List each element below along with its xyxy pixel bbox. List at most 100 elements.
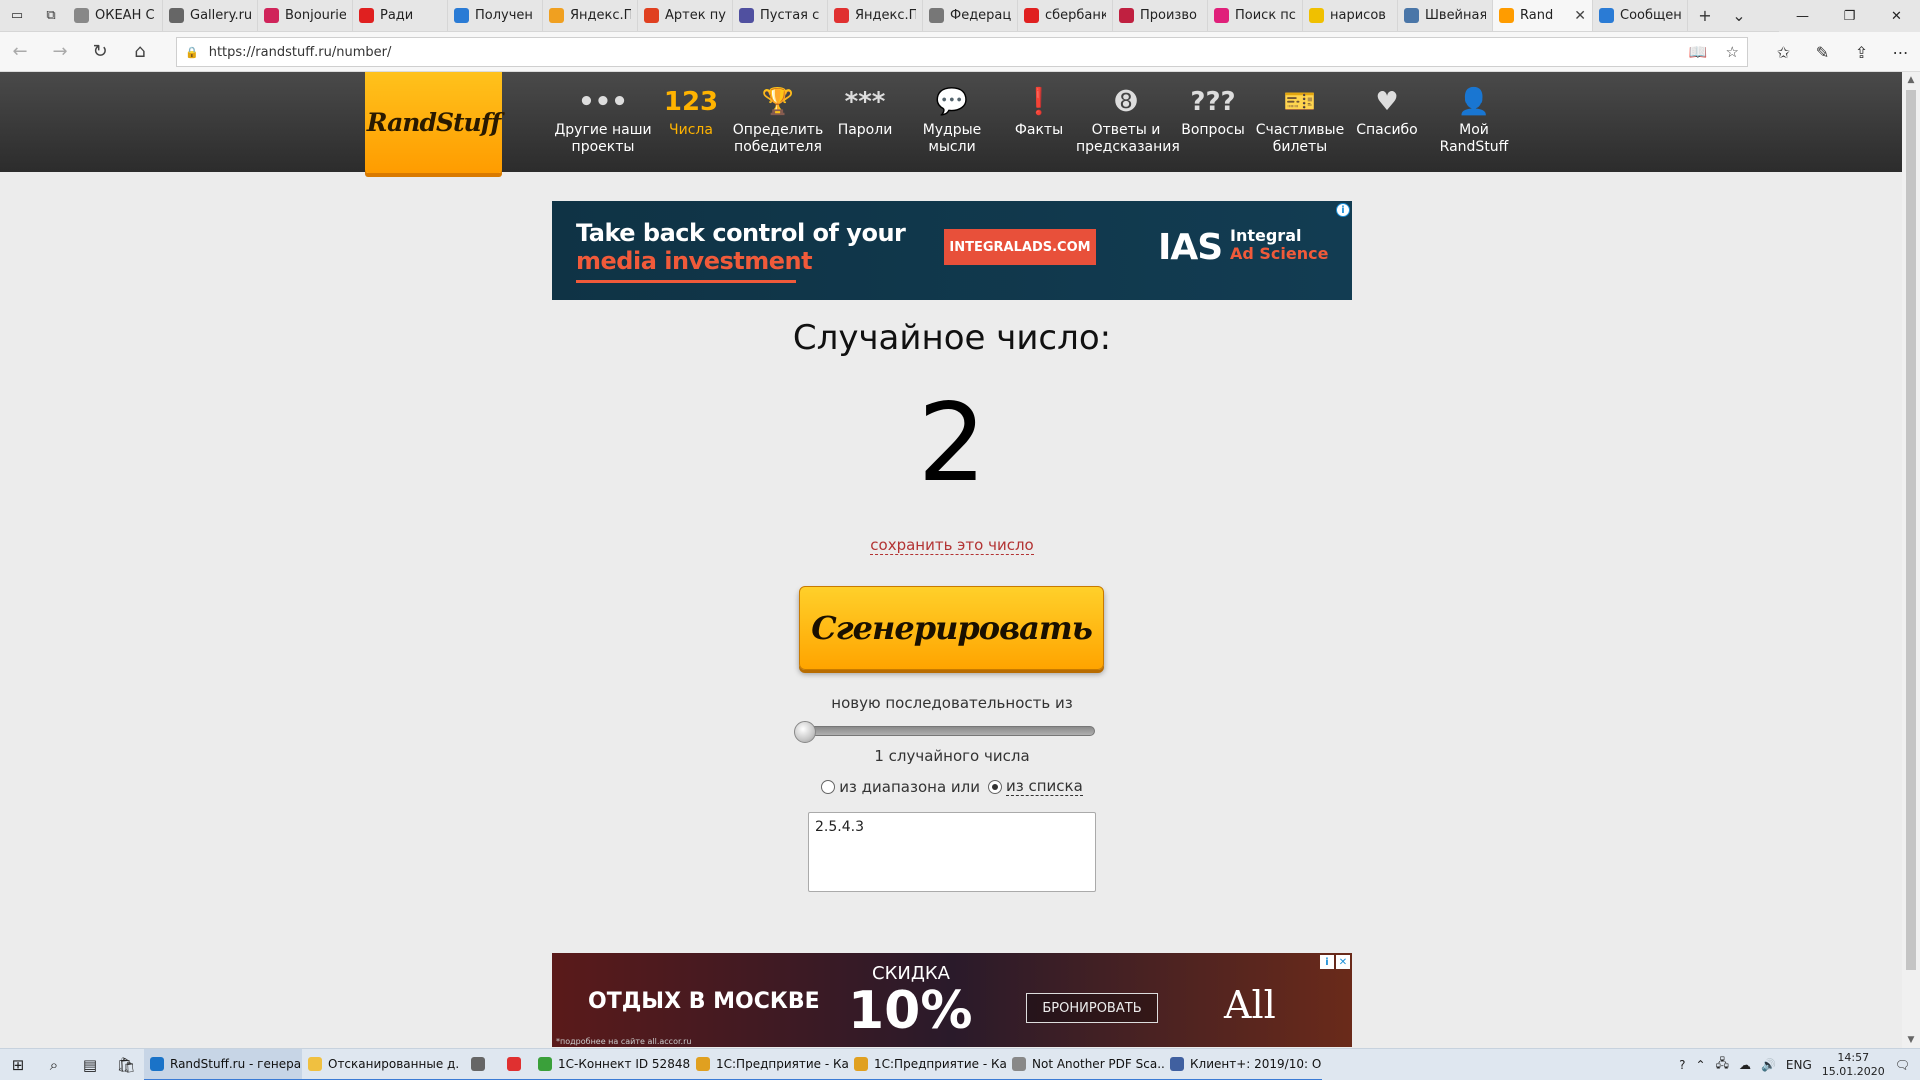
volume-icon[interactable]: 🔊 bbox=[1761, 1058, 1776, 1072]
heart-icon: ♥ bbox=[1375, 86, 1399, 117]
browser-tab[interactable]: сбербанк bbox=[1018, 0, 1113, 31]
ad-close-icon[interactable]: ✕ bbox=[1336, 955, 1350, 969]
tab-aside-icon[interactable]: ⧉ bbox=[34, 0, 68, 31]
number-list-input[interactable]: 2.5.4.3 bbox=[808, 812, 1096, 892]
nav-item-password[interactable]: *** Пароли bbox=[815, 84, 915, 139]
nav-item-heart[interactable]: ♥ Спасибо bbox=[1337, 84, 1437, 139]
nav-label: Пароли bbox=[837, 122, 893, 138]
browser-tab[interactable]: Пустая с bbox=[733, 0, 828, 31]
help-icon[interactable]: ? bbox=[1679, 1058, 1685, 1072]
task-view-icon[interactable]: ▤ bbox=[72, 1049, 108, 1080]
more-menu-icon[interactable]: ⋯ bbox=[1881, 32, 1920, 72]
notes-pen-icon[interactable]: ✎ bbox=[1803, 32, 1842, 72]
app-icon bbox=[696, 1056, 710, 1071]
nav-item-numbers[interactable]: 123 Числа bbox=[641, 84, 741, 139]
ad-bottom-cta-button[interactable]: БРОНИРОВАТЬ bbox=[1026, 993, 1158, 1023]
generate-button[interactable]: Сгенерировать bbox=[799, 586, 1104, 670]
home-icon[interactable]: ⌂ bbox=[120, 32, 160, 72]
ad-info-icon[interactable]: i bbox=[1336, 203, 1350, 217]
browser-tab[interactable]: Ради bbox=[353, 0, 448, 31]
address-url[interactable]: https://randstuff.ru/number/ bbox=[209, 45, 392, 60]
save-number-link[interactable]: сохранить это число bbox=[870, 536, 1034, 555]
notifications-icon[interactable]: 🗨 bbox=[1895, 1058, 1910, 1072]
refresh-icon[interactable]: ↻ bbox=[80, 32, 120, 72]
taskbar-app[interactable]: 1С:Предприятие - Ка... bbox=[690, 1049, 848, 1080]
browser-tab[interactable]: Rand ✕ bbox=[1493, 0, 1593, 31]
nav-label: Счастливые bbox=[1255, 122, 1345, 138]
browser-tab[interactable]: Сообщен bbox=[1593, 0, 1688, 31]
user-icon bbox=[739, 8, 754, 23]
browser-tab[interactable]: Федерац bbox=[923, 0, 1018, 31]
nav-item-ticket[interactable]: 🎫 Счастливые билеты bbox=[1250, 84, 1350, 156]
browser-tab[interactable]: Bonjourie bbox=[258, 0, 353, 31]
share-icon[interactable]: ⇪ bbox=[1842, 32, 1881, 72]
scroll-down-icon[interactable]: ▼ bbox=[1902, 1032, 1920, 1048]
nav-item-fact[interactable]: ❗ Факты bbox=[989, 84, 1089, 139]
network-icon[interactable]: 🖧 bbox=[1716, 1054, 1729, 1075]
taskbar-app[interactable]: Отсканированные д... bbox=[302, 1049, 460, 1080]
taskbar-app[interactable]: 1С-Коннект ID 52848... bbox=[532, 1049, 690, 1080]
taskbar-app[interactable]: Клиент+: 2019/10: Ок... bbox=[1164, 1049, 1322, 1080]
taskbar-app[interactable] bbox=[496, 1049, 532, 1080]
minimize-icon[interactable]: — bbox=[1779, 0, 1826, 32]
forward-arrow-icon[interactable]: → bbox=[40, 32, 80, 72]
ad-banner-bottom[interactable]: ОТДЫХ В МОСКВЕ СКИДКА 10% БРОНИРОВАТЬ Al… bbox=[552, 953, 1352, 1047]
nav-item-quote[interactable]: 💬 Мудрые мысли bbox=[902, 84, 1002, 156]
tab-title: Gallery.ru bbox=[190, 8, 251, 23]
scrollbar-thumb[interactable] bbox=[1906, 90, 1916, 970]
tab-preview-chevron-icon[interactable]: ⌄ bbox=[1722, 0, 1756, 31]
new-tab-button[interactable]: + bbox=[1688, 0, 1722, 31]
browser-tab[interactable]: Получен bbox=[448, 0, 543, 31]
vk-icon bbox=[1404, 8, 1419, 23]
count-slider[interactable] bbox=[794, 721, 1095, 743]
ad-banner-top[interactable]: Take back control of your media investme… bbox=[552, 201, 1352, 300]
page-scrollbar[interactable]: ▲ ▼ bbox=[1902, 72, 1920, 1048]
ad-info-icon[interactable]: i bbox=[1320, 955, 1334, 969]
cloud-icon[interactable]: ☁ bbox=[1739, 1058, 1751, 1072]
restore-icon[interactable]: ❐ bbox=[1826, 0, 1873, 32]
doc-icon bbox=[1119, 8, 1134, 23]
tab-title: Получен bbox=[475, 8, 533, 23]
browser-tab[interactable]: Швейная bbox=[1398, 0, 1493, 31]
browser-tab[interactable]: Поиск пс bbox=[1208, 0, 1303, 31]
radio-list-label[interactable]: из списка bbox=[1006, 777, 1083, 796]
language-indicator[interactable]: ENG bbox=[1786, 1058, 1812, 1072]
nav-item-more[interactable]: ••• Другие наши проекты bbox=[553, 84, 653, 156]
address-bar[interactable]: 🔒 https://randstuff.ru/number/ 📖 ☆ bbox=[176, 37, 1748, 67]
close-tab-icon[interactable]: ✕ bbox=[1574, 8, 1586, 24]
browser-tab[interactable]: Яндекс.П bbox=[543, 0, 638, 31]
close-window-icon[interactable]: ✕ bbox=[1873, 0, 1920, 32]
nav-item-user[interactable]: 👤 Мой RandStuff bbox=[1424, 84, 1524, 156]
taskbar-app[interactable]: Not Another PDF Sca... bbox=[1006, 1049, 1164, 1080]
nav-item-eight-ball[interactable]: ➑ Ответы и предсказания bbox=[1076, 84, 1180, 156]
nav-label: Числа bbox=[669, 122, 713, 138]
browser-tab[interactable]: Яндекс.П bbox=[828, 0, 923, 31]
slider-knob[interactable] bbox=[794, 721, 816, 743]
clock[interactable]: 14:57 15.01.2020 bbox=[1822, 1051, 1885, 1079]
radio-range[interactable] bbox=[821, 779, 836, 794]
browser-tab[interactable]: Gallery.ru bbox=[163, 0, 258, 31]
ad-cta-button[interactable]: INTEGRALADS.COM bbox=[944, 229, 1096, 265]
search-icon[interactable]: ⌕ bbox=[36, 1049, 72, 1080]
radio-list[interactable] bbox=[988, 779, 1002, 794]
radio-range-label[interactable]: из диапазона или bbox=[839, 778, 980, 796]
back-arrow-icon[interactable]: ← bbox=[0, 32, 40, 72]
favorites-hub-icon[interactable]: ✩ bbox=[1764, 32, 1803, 72]
browser-tab[interactable]: Артек пу bbox=[638, 0, 733, 31]
taskbar-app[interactable]: 1С:Предприятие - Ка... bbox=[848, 1049, 1006, 1080]
taskbar-app[interactable]: RandStuff.ru - генера... bbox=[144, 1048, 302, 1080]
site-logo[interactable]: RandStuff bbox=[365, 72, 502, 173]
browser-tab[interactable]: Произво bbox=[1113, 0, 1208, 31]
nav-item-question[interactable]: ??? Вопросы bbox=[1163, 84, 1263, 139]
window-icon[interactable]: ▭ bbox=[0, 0, 34, 31]
windows-start-icon[interactable]: ⊞ bbox=[0, 1049, 36, 1080]
tray-chevron-icon[interactable]: ⌃ bbox=[1696, 1058, 1706, 1072]
store-icon[interactable]: 🛍 bbox=[108, 1049, 144, 1080]
taskbar-app[interactable] bbox=[460, 1049, 496, 1080]
scroll-up-icon[interactable]: ▲ bbox=[1902, 72, 1920, 88]
browser-tab[interactable]: нарисов bbox=[1303, 0, 1398, 31]
favorite-star-icon[interactable]: ☆ bbox=[1726, 43, 1739, 61]
nav-item-trophy[interactable]: 🏆 Определить победителя bbox=[728, 84, 828, 156]
reading-view-icon[interactable]: 📖 bbox=[1689, 43, 1708, 61]
browser-tab[interactable]: ОКЕАН С bbox=[68, 0, 163, 31]
